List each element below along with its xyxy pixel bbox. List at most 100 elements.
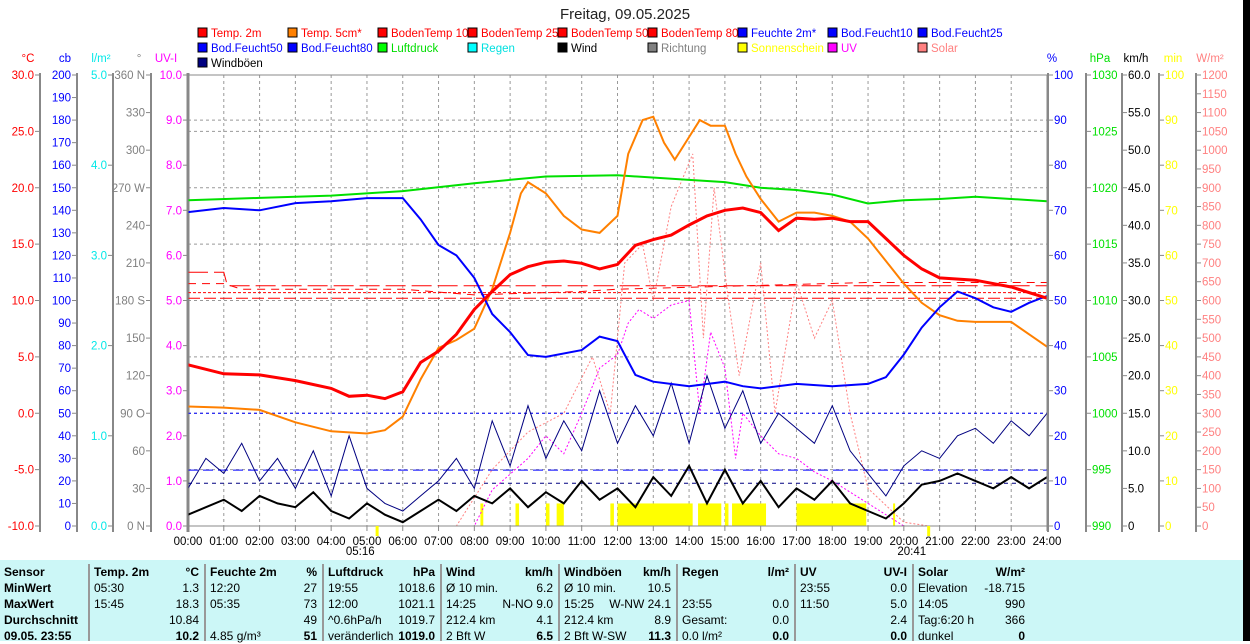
axis-tick-label: 750: [1202, 239, 1221, 251]
cell: 49: [303, 613, 317, 627]
axis-tick-label: 120: [52, 250, 71, 262]
legend-swatch: [647, 42, 658, 53]
axis-tick-label: 1025: [1092, 126, 1118, 138]
legend-item: Temp. 2m: [197, 27, 262, 40]
axis-unit: °C: [22, 53, 35, 65]
axis-tick-label: 35.0: [1128, 258, 1150, 270]
axis-tick-label: 40: [58, 431, 71, 443]
axis-tick-label: 60: [1054, 250, 1067, 262]
sunshine-bar: [732, 503, 767, 526]
table-row: 14:25 N-NO 9.0: [442, 596, 558, 612]
legend-label: Bod.Feucht10: [841, 28, 913, 40]
axis-tick-label: 1015: [1092, 239, 1118, 251]
legend-label: Feuchte 2m*: [751, 28, 817, 40]
axis-tick-label: 0: [1202, 521, 1208, 533]
cell: 0.0 l/m²: [682, 629, 723, 643]
cell: 1.3: [182, 581, 199, 595]
cell: 0.0: [890, 629, 907, 643]
table-column: Temp. 2m °C 05:30 1.3 15:45 18.3 10.84 10.2: [90, 564, 206, 643]
sunshine-bar: [610, 503, 614, 526]
axis-tick-label: 50: [58, 408, 71, 420]
time-label: 00:00: [174, 536, 203, 548]
axis-tick-label: 20: [1165, 431, 1178, 443]
cell: 11.3: [648, 629, 671, 643]
axis-tick-label: 1.0: [91, 431, 107, 443]
axis-tick-label: 8.0: [166, 160, 182, 172]
table-row: 10.84: [90, 612, 204, 628]
axis-tick-label: 150: [1202, 465, 1221, 477]
legend-item: BodenTemp 80: [647, 27, 738, 40]
cell: 11:50: [800, 597, 830, 611]
table-row: 23:55 0.0: [678, 596, 794, 612]
table-row: 23:55 0.0: [796, 580, 912, 596]
cell: 10.5: [647, 581, 671, 595]
table-row: 0.0: [796, 628, 912, 644]
legend-item: Bod.Feucht80: [287, 42, 373, 55]
cell: -18.715: [984, 581, 1025, 595]
time-label: 21:00: [925, 536, 954, 548]
cell: 23:55: [682, 597, 713, 611]
table-row: Tag:6:20 h 366: [914, 612, 1030, 628]
column-header: Wind: [446, 565, 476, 579]
axis-tick-label: 7.0: [166, 205, 182, 217]
axis-tick-label: -5.0: [14, 465, 34, 477]
legend-swatch: [557, 42, 568, 53]
axis-tick-label: 400: [1202, 371, 1221, 383]
time-label: 14:00: [675, 536, 704, 548]
legend-item: Feuchte 2m*: [737, 27, 817, 40]
axis-tick-label: 240: [126, 220, 145, 232]
table-row: 15:45 18.3: [90, 596, 204, 612]
cell: Tag:6:20 h: [918, 613, 975, 627]
axis-tick-label: 25.0: [12, 126, 34, 138]
axis-tick-label: 150: [126, 333, 145, 345]
table-row: 09.05. 23:55: [0, 628, 88, 644]
axis-unit: cb: [59, 53, 71, 65]
legend-swatch: [737, 27, 748, 38]
axis-tick-label: 1.0: [166, 476, 182, 488]
legend-label: BodenTemp 25: [481, 28, 558, 40]
axis-tick-label: 550: [1202, 314, 1221, 326]
axis-tick-label: 1050: [1202, 126, 1228, 138]
table-column: Sensor MinWert MaxWert Durchschnitt 09.05. 2…: [0, 564, 90, 644]
table-row: ^0.6hPa/h 1019.7: [324, 612, 440, 628]
table-row: 05:35 73: [206, 596, 322, 612]
legend-label: Sonnenschein: [751, 43, 824, 55]
axis-tick-label: 900: [1202, 183, 1221, 195]
axis-tick-label: 0.0: [18, 408, 34, 420]
column-header: UV-I: [883, 565, 907, 579]
axis-tick-label: 1000: [1202, 145, 1228, 157]
table-row: veränderlich 1019.0: [324, 628, 440, 644]
axis-unit: W/m²: [1196, 53, 1224, 65]
axis-tick-label: 130: [52, 228, 71, 240]
axis-tick-label: 0.0: [166, 521, 182, 533]
axis-tick-label: 9.0: [166, 115, 182, 127]
axis-tick-label: 0: [1054, 521, 1060, 533]
legend-label: Bod.Feucht25: [931, 28, 1003, 40]
legend-item: Bod.Feucht10: [827, 27, 913, 40]
cell: 05:35: [210, 597, 241, 611]
table-row: 2 Bft W-SW 11.3: [560, 628, 676, 644]
axis-tick-label: 5.0: [166, 296, 182, 308]
cell: dunkel: [918, 629, 954, 643]
table-header: Luftdruck hPa: [324, 564, 440, 580]
axis-tick-label: 2.0: [166, 431, 182, 443]
cell: 0.0: [772, 613, 789, 627]
cell: 51: [303, 629, 317, 643]
legend-label: Bod.Feucht80: [301, 43, 373, 55]
time-label: 13:00: [639, 536, 668, 548]
table-row: 12:00 1021.1: [324, 596, 440, 612]
axis-tick-label: 20: [1054, 431, 1067, 443]
axis-tick-label: 100: [1165, 70, 1184, 82]
time-label: 04:00: [317, 536, 346, 548]
table-header: Solar W/m²: [914, 564, 1030, 580]
legend-item: Temp. 5cm*: [287, 27, 362, 40]
table-row: 05:30 1.3: [90, 580, 204, 596]
cell: 4.1: [536, 613, 553, 627]
axis-tick-label: 0.0: [91, 521, 107, 533]
cell: 15:25: [564, 597, 595, 611]
cell: 1018.6: [398, 581, 435, 595]
legend-item: Regen: [467, 42, 515, 55]
axis-tick-label: 250: [1202, 427, 1221, 439]
sunshine-bar: [545, 503, 550, 526]
table-row: 14:05 990: [914, 596, 1030, 612]
